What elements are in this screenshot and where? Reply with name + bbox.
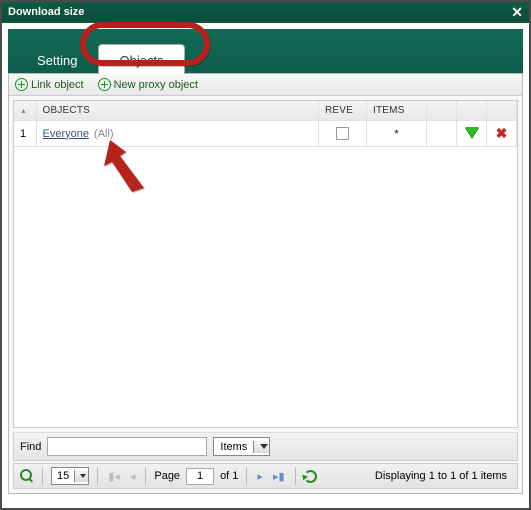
add-icon bbox=[15, 78, 28, 91]
chevron-down-icon bbox=[74, 470, 88, 482]
col-header-row-number[interactable]: ▲ bbox=[14, 101, 36, 121]
object-name-cell: Everyone (All) bbox=[36, 121, 319, 147]
tab-setting[interactable]: Setting bbox=[16, 44, 98, 74]
find-scope-select[interactable]: Items bbox=[213, 437, 270, 456]
reve-cell bbox=[319, 121, 367, 147]
last-page-button[interactable]: ▸▮ bbox=[271, 470, 287, 483]
close-icon[interactable]: ✕ bbox=[511, 7, 523, 18]
page-size-value: 15 bbox=[52, 470, 74, 482]
pager-display-text: Displaying 1 to 1 of 1 items bbox=[375, 470, 511, 482]
page-size-select[interactable]: 15 bbox=[51, 467, 89, 485]
find-input[interactable] bbox=[47, 437, 207, 456]
chevron-down-icon bbox=[253, 441, 269, 453]
col-header-reve[interactable]: REVE bbox=[319, 101, 367, 121]
col-header-items[interactable]: ITEMS bbox=[367, 101, 427, 121]
objects-toolbar: Link object New proxy object bbox=[9, 74, 522, 96]
next-page-button[interactable]: ▸ bbox=[255, 470, 265, 483]
reve-checkbox[interactable] bbox=[336, 127, 349, 140]
add-icon bbox=[98, 78, 111, 91]
find-bar: Find Items bbox=[13, 432, 518, 461]
col-header-objects[interactable]: OBJECTS bbox=[36, 101, 319, 121]
new-proxy-label: New proxy object bbox=[114, 79, 198, 91]
page-number-input[interactable] bbox=[186, 468, 214, 485]
search-icon[interactable] bbox=[20, 469, 34, 483]
find-label: Find bbox=[20, 441, 41, 453]
object-suffix: (All) bbox=[94, 128, 114, 140]
page-label-post: of 1 bbox=[220, 470, 238, 482]
find-scope-value: Items bbox=[214, 441, 253, 453]
objects-grid: ▲ OBJECTS REVE ITEMS 1 Everyone bbox=[13, 100, 518, 428]
new-proxy-object-button[interactable]: New proxy object bbox=[98, 78, 198, 91]
row-number: 1 bbox=[14, 121, 36, 147]
first-page-button[interactable]: ▮◂ bbox=[106, 470, 122, 483]
link-object-button[interactable]: Link object bbox=[15, 78, 84, 91]
row-action-delete[interactable]: ✖ bbox=[487, 121, 517, 147]
window-title: Download size bbox=[8, 6, 84, 18]
tab-setting-label: Setting bbox=[37, 53, 77, 68]
window-titlebar: Download size ✕ bbox=[2, 2, 529, 23]
link-object-label: Link object bbox=[31, 79, 84, 91]
delete-icon: ✖ bbox=[496, 125, 508, 141]
arrow-down-icon bbox=[465, 127, 479, 138]
object-name-link[interactable]: Everyone bbox=[43, 128, 89, 140]
col-header-action-2 bbox=[457, 101, 487, 121]
pager: 15 ▮◂ ◂ Page of 1 ▸ ▸▮ Displaying 1 to 1… bbox=[13, 463, 518, 489]
col-header-action-1 bbox=[427, 101, 457, 121]
col-header-action-3 bbox=[487, 101, 517, 121]
prev-page-button[interactable]: ◂ bbox=[128, 470, 138, 483]
tab-strip: Setting Objects bbox=[8, 29, 523, 73]
tab-objects[interactable]: Objects bbox=[98, 44, 184, 74]
row-action-move[interactable] bbox=[457, 121, 487, 147]
table-row[interactable]: 1 Everyone (All) * bbox=[14, 121, 517, 147]
refresh-icon[interactable] bbox=[304, 470, 317, 483]
items-cell: * bbox=[367, 121, 427, 147]
page-label-pre: Page bbox=[154, 470, 180, 482]
row-action-blank bbox=[427, 121, 457, 147]
tab-objects-label: Objects bbox=[119, 53, 163, 68]
